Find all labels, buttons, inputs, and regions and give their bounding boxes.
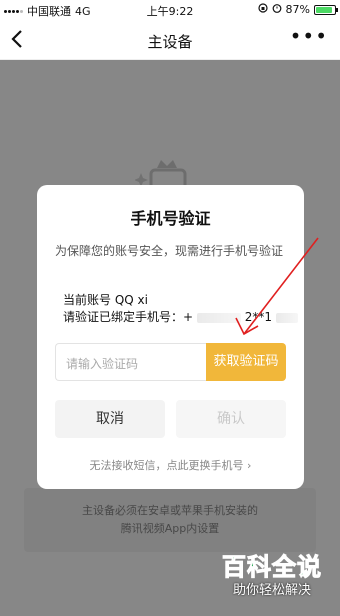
nav-bar: 主设备 •••: [0, 20, 340, 60]
phone-redacted-block-2: [275, 312, 298, 323]
status-right: 87%: [257, 3, 338, 16]
bound-phone-label: 请验证已绑定手机号：+: [63, 310, 194, 324]
lock-rotation-icon: [257, 3, 268, 16]
current-account: 当前账号 QQ xi: [63, 293, 148, 307]
phone-redacted-block: [196, 312, 241, 323]
battery-icon: [314, 4, 338, 15]
dialog-description: 为保障您的账号安全，现需进行手机号验证: [55, 244, 284, 258]
bound-phone-row: 请验证已绑定手机号：+ 2**1: [63, 309, 298, 325]
get-code-button[interactable]: 获取验证码: [206, 343, 286, 381]
watermark-logo: 百科全说 助你轻松解决: [212, 552, 332, 608]
dialog-title: 手机号验证: [130, 209, 211, 228]
cancel-button[interactable]: 取消: [55, 400, 165, 438]
masked-phone: 2**1: [244, 310, 272, 324]
watermark-title: 百科全说: [222, 553, 322, 582]
confirm-button[interactable]: 确认: [176, 400, 286, 438]
alarm-icon: [272, 3, 282, 16]
more-dots-icon[interactable]: •••: [290, 24, 328, 48]
status-bar: 中国联通 4G 上午9:22 87%: [0, 0, 340, 20]
battery-fill: [316, 6, 332, 13]
phone-verification-dialog: 手机号验证 为保障您的账号安全，现需进行手机号验证 当前账号 QQ xi 请验证…: [37, 185, 304, 489]
watermark-subtitle: 助你轻松解决: [232, 583, 311, 598]
verification-code-input[interactable]: 请输入验证码: [55, 343, 206, 381]
change-phone-link[interactable]: 无法接收短信，点此更换手机号 ›: [37, 457, 304, 473]
battery-percent: 87%: [285, 3, 310, 16]
